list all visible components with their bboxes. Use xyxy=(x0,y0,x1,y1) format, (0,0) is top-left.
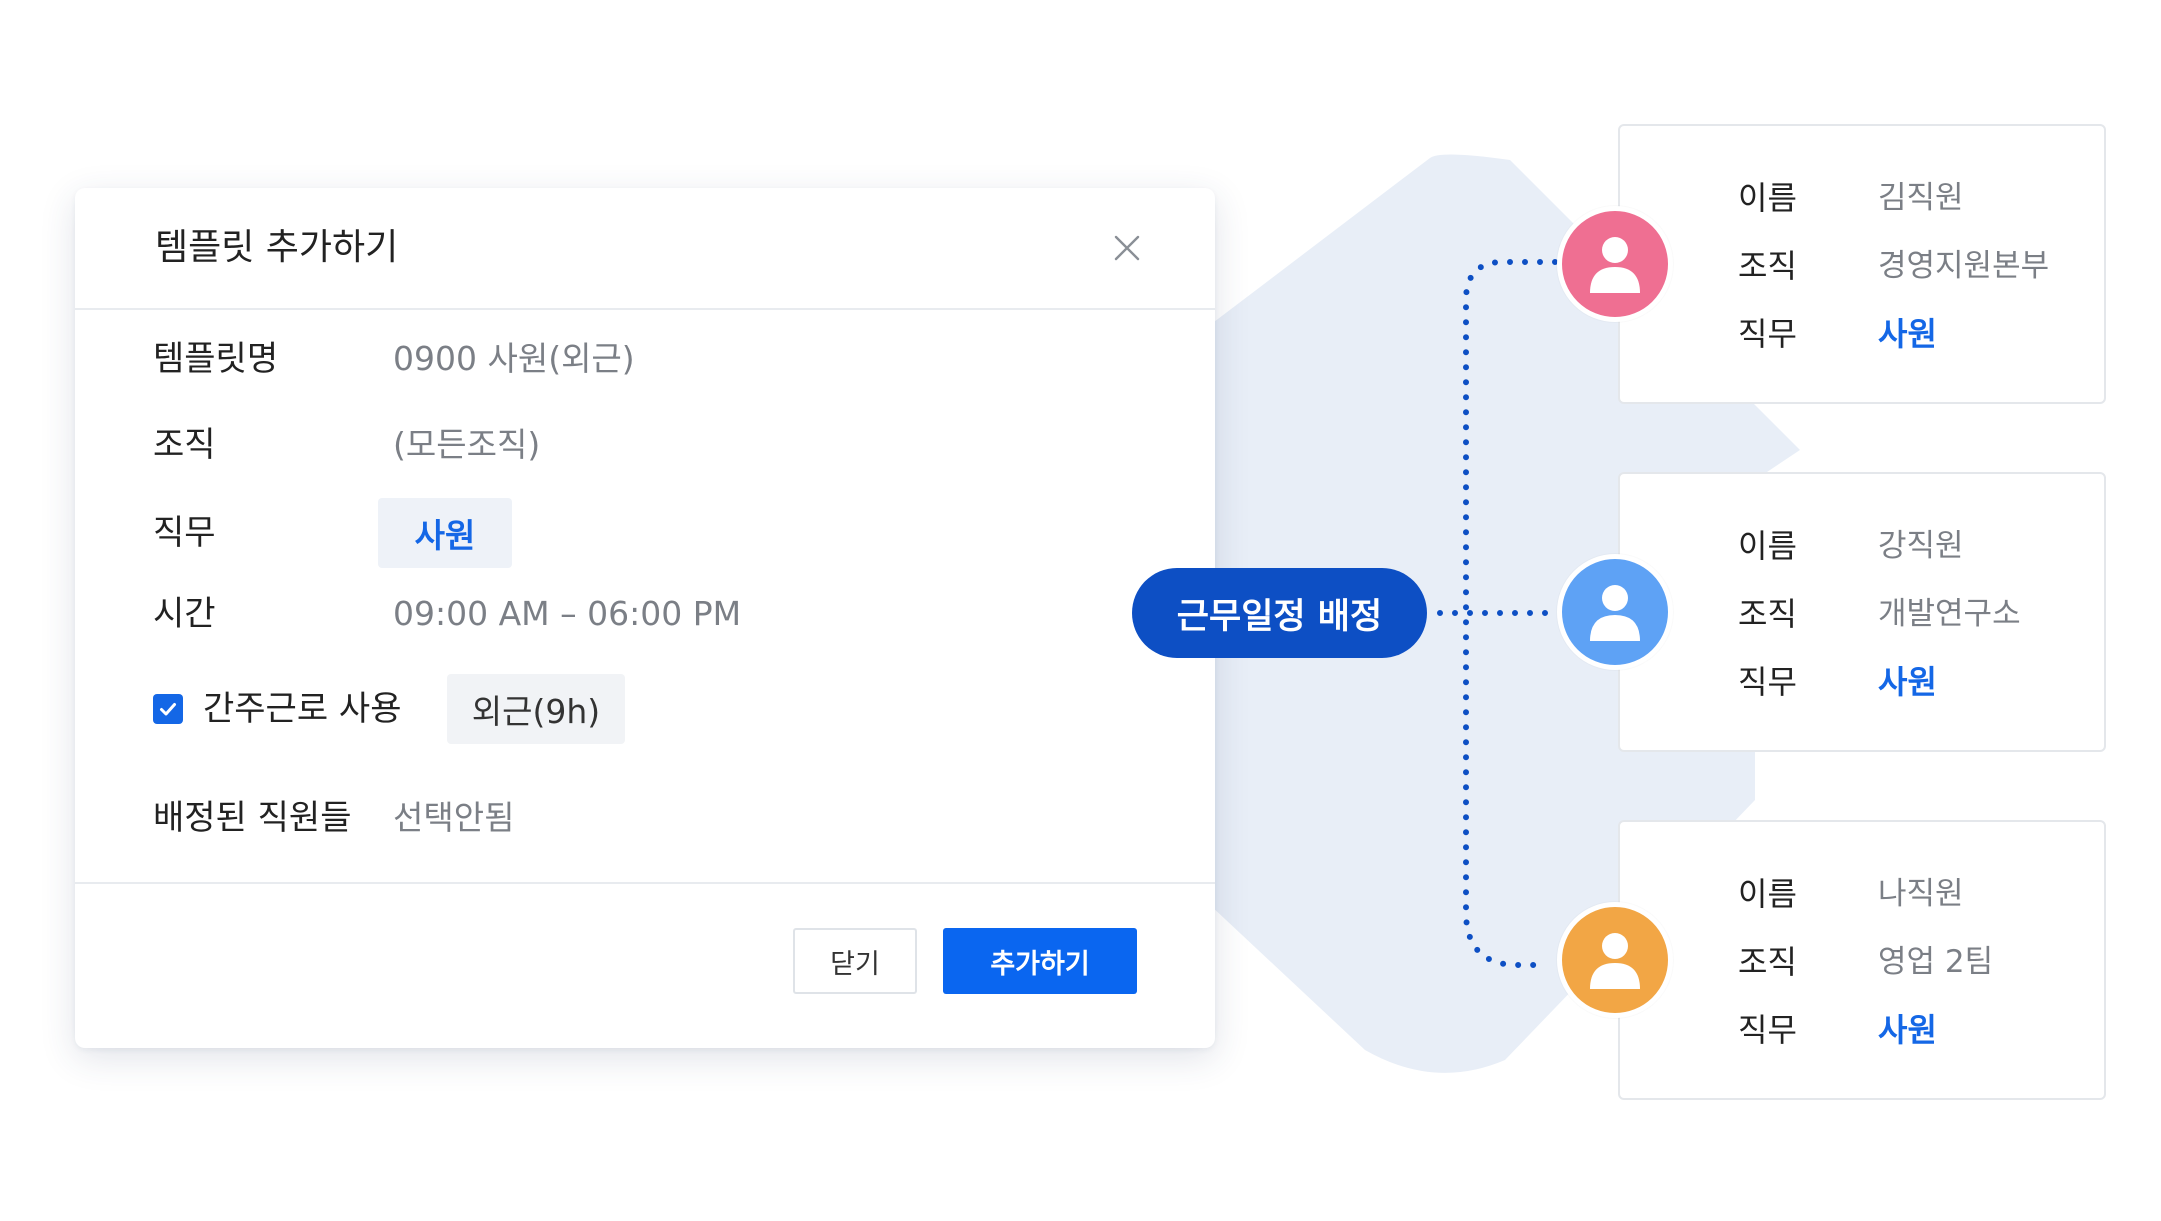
employee-org: 개발연구소 xyxy=(1878,596,2021,632)
employee-card[interactable]: 이름 김직원 조직 경영지원본부 직무 사원 xyxy=(1618,124,2106,404)
role-label: 직무 xyxy=(1738,1011,1797,1049)
user-icon xyxy=(1590,585,1640,641)
employee-org: 영업 2팀 xyxy=(1878,944,1994,980)
name-label: 이름 xyxy=(1738,179,1797,217)
org-label: 조직 xyxy=(1738,943,1797,981)
org-label: 조직 xyxy=(1738,247,1797,285)
employee-card[interactable]: 이름 나직원 조직 영업 2팀 직무 사원 xyxy=(1618,820,2106,1100)
role-label: 직무 xyxy=(1738,663,1797,701)
name-label: 이름 xyxy=(1738,875,1797,913)
employee-role: 사원 xyxy=(1878,315,1937,353)
employee-name: 나직원 xyxy=(1878,876,1964,912)
avatar[interactable] xyxy=(1557,554,1673,670)
employee-card[interactable]: 이름 강직원 조직 개발연구소 직무 사원 xyxy=(1618,472,2106,752)
employee-name: 김직원 xyxy=(1878,180,1964,216)
user-icon xyxy=(1590,933,1640,989)
employee-role: 사원 xyxy=(1878,663,1937,701)
user-icon xyxy=(1590,237,1640,293)
employee-org: 경영지원본부 xyxy=(1878,248,2050,284)
avatar[interactable] xyxy=(1557,902,1673,1018)
role-label: 직무 xyxy=(1738,315,1797,353)
name-label: 이름 xyxy=(1738,527,1797,565)
avatar[interactable] xyxy=(1557,206,1673,322)
assign-schedule-button[interactable]: 근무일정 배정 xyxy=(1132,568,1427,658)
org-label: 조직 xyxy=(1738,595,1797,633)
connector-top-bottom xyxy=(1463,259,1558,968)
employee-role: 사원 xyxy=(1878,1011,1937,1049)
employee-name: 강직원 xyxy=(1878,528,1964,564)
